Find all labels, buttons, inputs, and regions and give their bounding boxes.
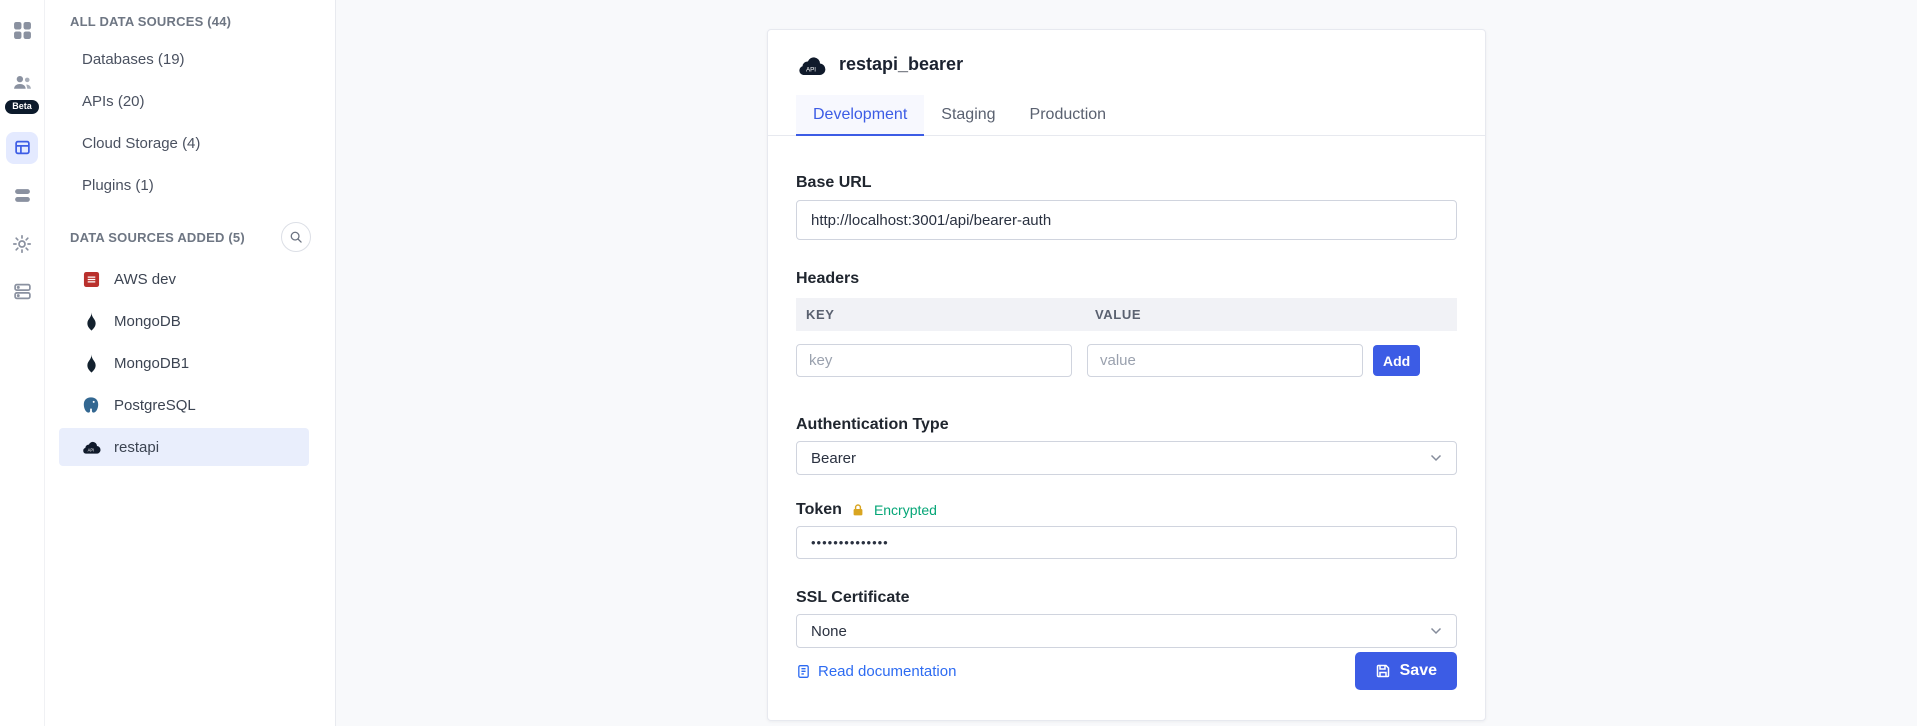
token-label-row: Token Encrypted [796, 501, 1457, 519]
tab-production[interactable]: Production [1013, 95, 1124, 136]
apps-icon[interactable] [6, 14, 38, 46]
storage-icon[interactable] [6, 276, 38, 308]
datasource-item-label: MongoDB1 [114, 355, 189, 372]
document-icon [796, 664, 811, 679]
read-documentation-label: Read documentation [818, 663, 956, 680]
ssl-select[interactable]: None [796, 614, 1457, 648]
postgresql-icon [81, 395, 101, 415]
headers-table-head: KEY VALUE [796, 298, 1457, 331]
auth-type-section: Authentication Type Bearer [796, 416, 1457, 475]
main-area: API restapi_bearer Development Staging P… [336, 0, 1917, 726]
ssl-value: None [811, 623, 847, 640]
sidebar-item-cloud-storage[interactable]: Cloud Storage (4) [45, 122, 335, 164]
chevron-down-icon [1430, 454, 1442, 462]
save-icon [1375, 663, 1391, 679]
add-header-button[interactable]: Add [1373, 345, 1420, 376]
section-all-data-sources: ALL DATA SOURCES (44) [70, 10, 311, 32]
headers-label: Headers [796, 270, 1457, 288]
encrypted-badge: Encrypted [874, 502, 937, 518]
sidebar-item-databases[interactable]: Databases (19) [45, 38, 335, 80]
header-row: Add [796, 344, 1457, 377]
header-key-input[interactable] [796, 344, 1072, 377]
read-documentation-link[interactable]: Read documentation [796, 663, 956, 680]
section-title-text: ALL DATA SOURCES (44) [70, 14, 231, 29]
save-button[interactable]: Save [1355, 652, 1457, 690]
card-footer: Read documentation Save [768, 652, 1485, 720]
auth-type-value: Bearer [811, 450, 856, 467]
lock-icon [851, 503, 865, 517]
mongodb-icon [81, 311, 101, 331]
app-root: Beta ALL DATA SOURCES (44) Databases (19… [0, 0, 1917, 726]
auth-type-label: Authentication Type [796, 416, 1457, 434]
page-title: restapi_bearer [839, 54, 963, 75]
header-value-input[interactable] [1087, 344, 1363, 377]
sidebar-item-label: Databases (19) [82, 51, 185, 68]
datasource-item-label: MongoDB [114, 313, 181, 330]
search-button[interactable] [281, 222, 311, 252]
base-url-label: Base URL [796, 174, 1457, 192]
beta-badge: Beta [5, 100, 39, 114]
datasource-card: API restapi_bearer Development Staging P… [767, 29, 1486, 721]
section-data-sources-added: DATA SOURCES ADDED (5) [70, 222, 311, 252]
sidebar-item-label: Cloud Storage (4) [82, 135, 200, 152]
sidebar: ALL DATA SOURCES (44) Databases (19) API… [45, 0, 336, 726]
datasource-item-aws-dev[interactable]: AWS dev [59, 260, 309, 298]
ssl-label: SSL Certificate [796, 589, 1457, 607]
users-icon[interactable] [6, 66, 38, 98]
ssl-section: SSL Certificate None [796, 589, 1457, 648]
token-input[interactable] [796, 526, 1457, 559]
datasource-item-mongodb1[interactable]: MongoDB1 [59, 344, 309, 382]
search-icon [289, 230, 303, 244]
datasource-item-label: PostgreSQL [114, 397, 196, 414]
headers-section: Headers KEY VALUE Add [796, 270, 1457, 377]
datasource-item-label: AWS dev [114, 271, 176, 288]
datasource-item-mongodb[interactable]: MongoDB [59, 302, 309, 340]
aws-icon [81, 269, 101, 289]
restapi-icon: API [796, 55, 826, 75]
key-column-header: KEY [806, 307, 1087, 322]
sidebar-item-apis[interactable]: APIs (20) [45, 80, 335, 122]
auth-type-select[interactable]: Bearer [796, 441, 1457, 475]
restapi-icon: API [81, 437, 101, 457]
base-url-input[interactable] [796, 200, 1457, 240]
datasources-icon[interactable] [6, 132, 38, 164]
queries-icon[interactable] [6, 180, 38, 212]
tab-staging[interactable]: Staging [924, 95, 1012, 136]
datasource-item-restapi[interactable]: API restapi [59, 428, 309, 466]
sidebar-item-label: Plugins (1) [82, 177, 154, 194]
card-header: API restapi_bearer [768, 30, 1485, 75]
icon-rail: Beta [0, 0, 45, 726]
environment-tabs: Development Staging Production [768, 95, 1485, 136]
settings-icon[interactable] [6, 228, 38, 260]
svg-text:API: API [806, 66, 816, 73]
value-column-header: VALUE [1087, 307, 1141, 322]
section-title-text: DATA SOURCES ADDED (5) [70, 230, 245, 245]
datasource-form: Base URL Headers KEY VALUE Add Authe [768, 136, 1485, 652]
chevron-down-icon [1430, 627, 1442, 635]
datasource-item-postgresql[interactable]: PostgreSQL [59, 386, 309, 424]
token-label: Token [796, 501, 842, 519]
sidebar-item-plugins[interactable]: Plugins (1) [45, 164, 335, 206]
svg-text:API: API [88, 447, 95, 452]
datasource-item-label: restapi [114, 439, 159, 456]
tab-development[interactable]: Development [796, 95, 924, 136]
mongodb-icon [81, 353, 101, 373]
save-button-label: Save [1400, 662, 1437, 680]
sidebar-item-label: APIs (20) [82, 93, 145, 110]
